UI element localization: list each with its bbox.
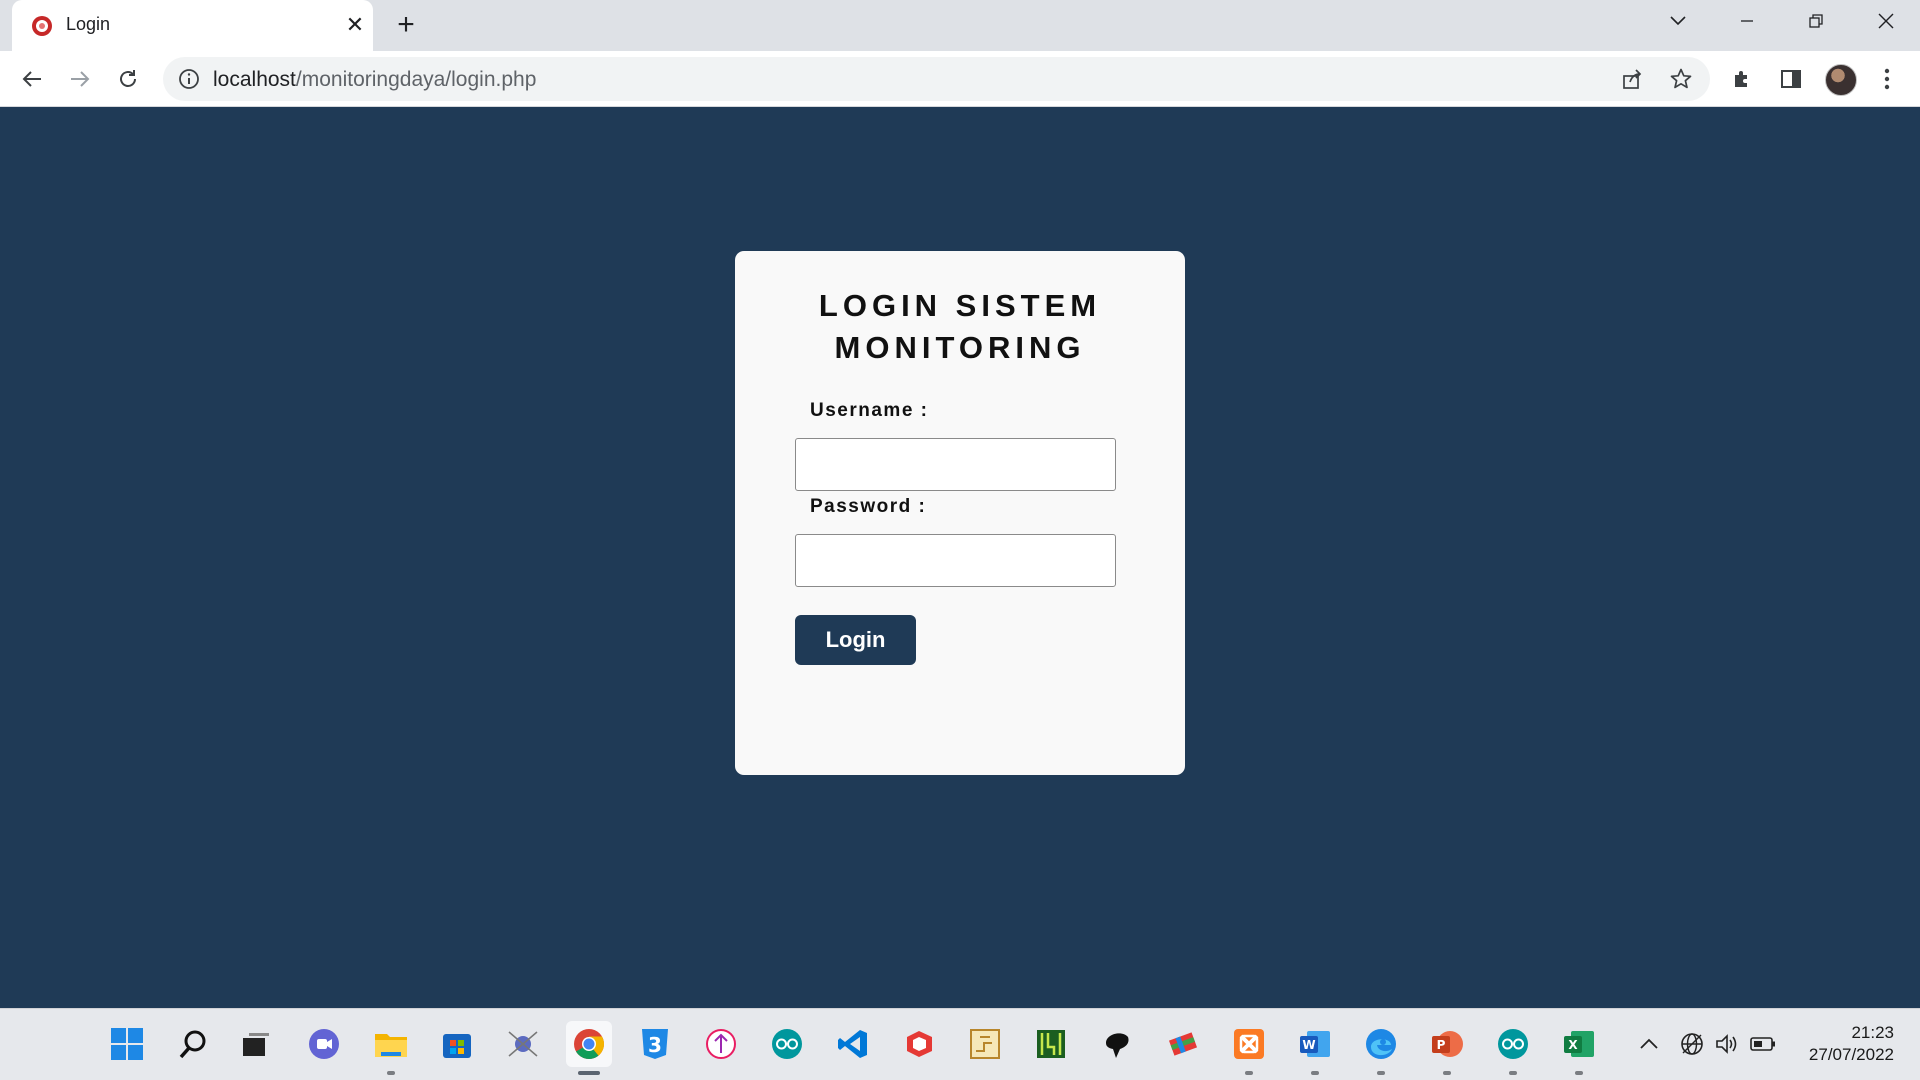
edge-icon[interactable] (1358, 1021, 1404, 1075)
title-line-1: LOGIN SISTEM (818, 288, 1102, 323)
login-card: LOGIN SISTEM MONITORING Username : Passw… (735, 251, 1185, 775)
page-content: LOGIN SISTEM MONITORING Username : Passw… (0, 108, 1920, 1008)
taskbar: 3 W P X 21:23 27/07/2022 (0, 1008, 1920, 1080)
username-label: Username : (810, 400, 929, 421)
network-app-icon[interactable] (500, 1021, 546, 1067)
flag-app-icon[interactable] (1160, 1021, 1206, 1067)
url-text[interactable]: localhost/monitoringdaya/login.php (213, 68, 536, 92)
svg-text:P: P (1437, 1038, 1446, 1052)
reload-icon[interactable] (111, 62, 145, 96)
arduino-2-icon[interactable] (1490, 1021, 1536, 1075)
teams-chat-icon[interactable] (301, 1021, 347, 1067)
running-indicator (1245, 1071, 1253, 1075)
running-indicator (1311, 1071, 1319, 1075)
url-host: localhost (213, 68, 296, 91)
share-icon[interactable] (1620, 67, 1644, 91)
minimize-icon[interactable] (1727, 6, 1767, 36)
clock-time: 21:23 (1851, 1023, 1894, 1042)
bookmark-star-icon[interactable] (1669, 67, 1693, 91)
forward-icon[interactable] (63, 62, 97, 96)
login-button[interactable]: Login (795, 615, 916, 665)
password-label: Password : (810, 496, 927, 517)
bird-app-icon[interactable] (1094, 1021, 1140, 1067)
circuit-app-icon[interactable] (962, 1021, 1008, 1067)
address-bar[interactable]: localhost/monitoringdaya/login.php (163, 57, 1710, 101)
address-toolbar: localhost/monitoringdaya/login.php (0, 51, 1920, 107)
task-view-icon[interactable] (233, 1021, 279, 1067)
file-explorer-icon[interactable] (368, 1021, 414, 1075)
svg-text:W: W (1302, 1038, 1315, 1052)
login-title: LOGIN SISTEM MONITORING (735, 285, 1185, 369)
volume-icon[interactable] (1712, 1029, 1742, 1059)
excel-icon[interactable]: X (1556, 1021, 1602, 1075)
vscode-icon[interactable] (830, 1021, 876, 1067)
restore-icon[interactable] (1796, 6, 1836, 36)
back-icon[interactable] (15, 62, 49, 96)
search-icon[interactable] (170, 1021, 216, 1067)
close-tab-icon[interactable]: ✕ (342, 12, 368, 38)
powerpoint-icon[interactable]: P (1424, 1021, 1470, 1075)
svg-text:3: 3 (648, 1033, 662, 1057)
globe-icon[interactable] (1677, 1029, 1707, 1059)
side-panel-icon[interactable] (1774, 62, 1808, 96)
tab-search-chevron-icon[interactable] (1658, 6, 1698, 36)
tab-bar: Login ✕ + (0, 0, 1920, 51)
tab-login[interactable]: Login ✕ (12, 0, 373, 51)
running-indicator (1377, 1071, 1385, 1075)
menu-kebab-icon[interactable] (1870, 62, 1904, 96)
word-icon[interactable]: W (1292, 1021, 1338, 1075)
profile-avatar[interactable] (1825, 64, 1857, 96)
running-indicator (1509, 1071, 1517, 1075)
app-pink-icon[interactable] (698, 1021, 744, 1067)
pcb-app-icon[interactable] (1028, 1021, 1074, 1067)
svg-text:X: X (1568, 1038, 1578, 1052)
system-clock[interactable]: 21:23 27/07/2022 (1809, 1022, 1894, 1066)
sketchup-icon[interactable] (896, 1021, 942, 1067)
microsoft-store-icon[interactable] (434, 1021, 480, 1067)
clock-date: 27/07/2022 (1808, 1045, 1894, 1064)
chrome-icon[interactable] (566, 1021, 612, 1075)
running-indicator (1443, 1071, 1451, 1075)
battery-icon[interactable] (1748, 1029, 1778, 1059)
url-path: /monitoringdaya/login.php (295, 68, 537, 91)
tab-title: Login (66, 14, 111, 34)
app-3-icon[interactable]: 3 (632, 1021, 678, 1067)
new-tab-button[interactable]: + (390, 10, 422, 42)
extensions-icon[interactable] (1725, 62, 1759, 96)
chevron-up-icon[interactable] (1634, 1029, 1664, 1059)
username-input[interactable] (795, 438, 1116, 491)
arduino-icon[interactable] (764, 1021, 810, 1067)
title-line-2: MONITORING (834, 330, 1086, 365)
running-indicator (1575, 1071, 1583, 1075)
running-indicator (387, 1071, 395, 1075)
site-info-icon[interactable] (177, 67, 201, 91)
close-window-icon[interactable] (1866, 6, 1906, 36)
favicon-icon (32, 16, 52, 36)
password-input[interactable] (795, 534, 1116, 587)
start-icon[interactable] (104, 1021, 150, 1067)
active-indicator (578, 1071, 600, 1075)
xampp-icon[interactable] (1226, 1021, 1272, 1075)
